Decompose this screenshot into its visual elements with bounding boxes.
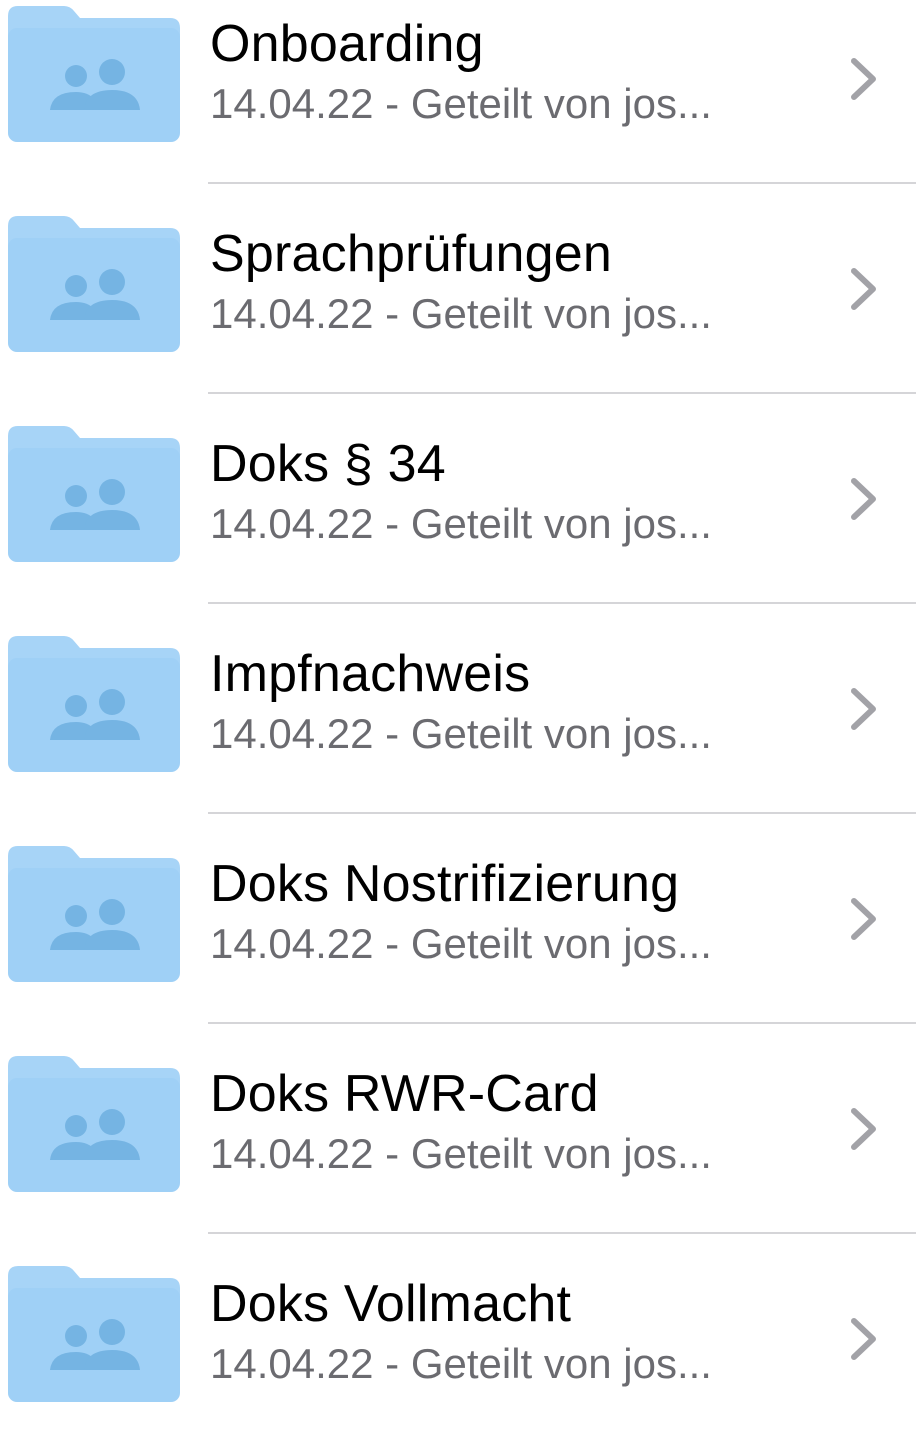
folder-row-doks-nostrifizierung[interactable]: Doks Nostrifizierung 14.04.22 - Geteilt … <box>0 814 916 1024</box>
row-text: Doks RWR-Card 14.04.22 - Geteilt von jos… <box>210 1064 796 1180</box>
folder-row-doks-34[interactable]: Doks § 34 14.04.22 - Geteilt von jos... <box>0 394 916 604</box>
folder-title: Doks Nostrifizierung <box>210 855 680 913</box>
row-text: Impfnachweis 14.04.22 - Geteilt von jos.… <box>210 644 796 760</box>
folder-subtitle: 14.04.22 - Geteilt von jos... <box>210 1130 712 1177</box>
folder-row-doks-vollmacht[interactable]: Doks Vollmacht 14.04.22 - Geteilt von jo… <box>0 1234 916 1444</box>
row-text: Sprachprüfungen 14.04.22 - Geteilt von j… <box>210 224 796 340</box>
folder-row-impfnachweis[interactable]: Impfnachweis 14.04.22 - Geteilt von jos.… <box>0 604 916 814</box>
chevron-right-icon <box>848 476 880 522</box>
folder-title: Doks Vollmacht <box>210 1275 572 1333</box>
folder-row-sprachpruefungen[interactable]: Sprachprüfungen 14.04.22 - Geteilt von j… <box>0 184 916 394</box>
chevron-right-icon <box>848 1316 880 1362</box>
folder-subtitle: 14.04.22 - Geteilt von jos... <box>210 920 712 967</box>
chevron-right-icon <box>848 896 880 942</box>
folder-subtitle: 14.04.22 - Geteilt von jos... <box>210 500 712 547</box>
shared-folder-icon <box>8 636 180 772</box>
folder-row-doks-rwr-card[interactable]: Doks RWR-Card 14.04.22 - Geteilt von jos… <box>0 1024 916 1234</box>
shared-folder-list: Onboarding 14.04.22 - Geteilt von jos...… <box>0 0 916 1444</box>
chevron-right-icon <box>848 266 880 312</box>
chevron-right-icon <box>848 1106 880 1152</box>
folder-title: Impfnachweis <box>210 645 531 703</box>
shared-folder-icon <box>8 216 180 352</box>
shared-folder-icon <box>8 1056 180 1192</box>
folder-row-onboarding[interactable]: Onboarding 14.04.22 - Geteilt von jos... <box>0 0 916 184</box>
chevron-right-icon <box>848 56 880 102</box>
folder-title: Onboarding <box>210 15 484 73</box>
shared-folder-icon <box>8 6 180 142</box>
row-text: Doks Nostrifizierung 14.04.22 - Geteilt … <box>210 854 796 970</box>
folder-subtitle: 14.04.22 - Geteilt von jos... <box>210 710 712 757</box>
folder-subtitle: 14.04.22 - Geteilt von jos... <box>210 1340 712 1387</box>
folder-title: Doks RWR-Card <box>210 1065 599 1123</box>
shared-folder-icon <box>8 426 180 562</box>
row-text: Onboarding 14.04.22 - Geteilt von jos... <box>210 14 796 130</box>
folder-title: Sprachprüfungen <box>210 225 612 283</box>
row-text: Doks § 34 14.04.22 - Geteilt von jos... <box>210 434 796 550</box>
folder-title: Doks § 34 <box>210 435 446 493</box>
folder-subtitle: 14.04.22 - Geteilt von jos... <box>210 290 712 337</box>
row-text: Doks Vollmacht 14.04.22 - Geteilt von jo… <box>210 1274 796 1390</box>
shared-folder-icon <box>8 846 180 982</box>
chevron-right-icon <box>848 686 880 732</box>
folder-subtitle: 14.04.22 - Geteilt von jos... <box>210 80 712 127</box>
shared-folder-icon <box>8 1266 180 1402</box>
